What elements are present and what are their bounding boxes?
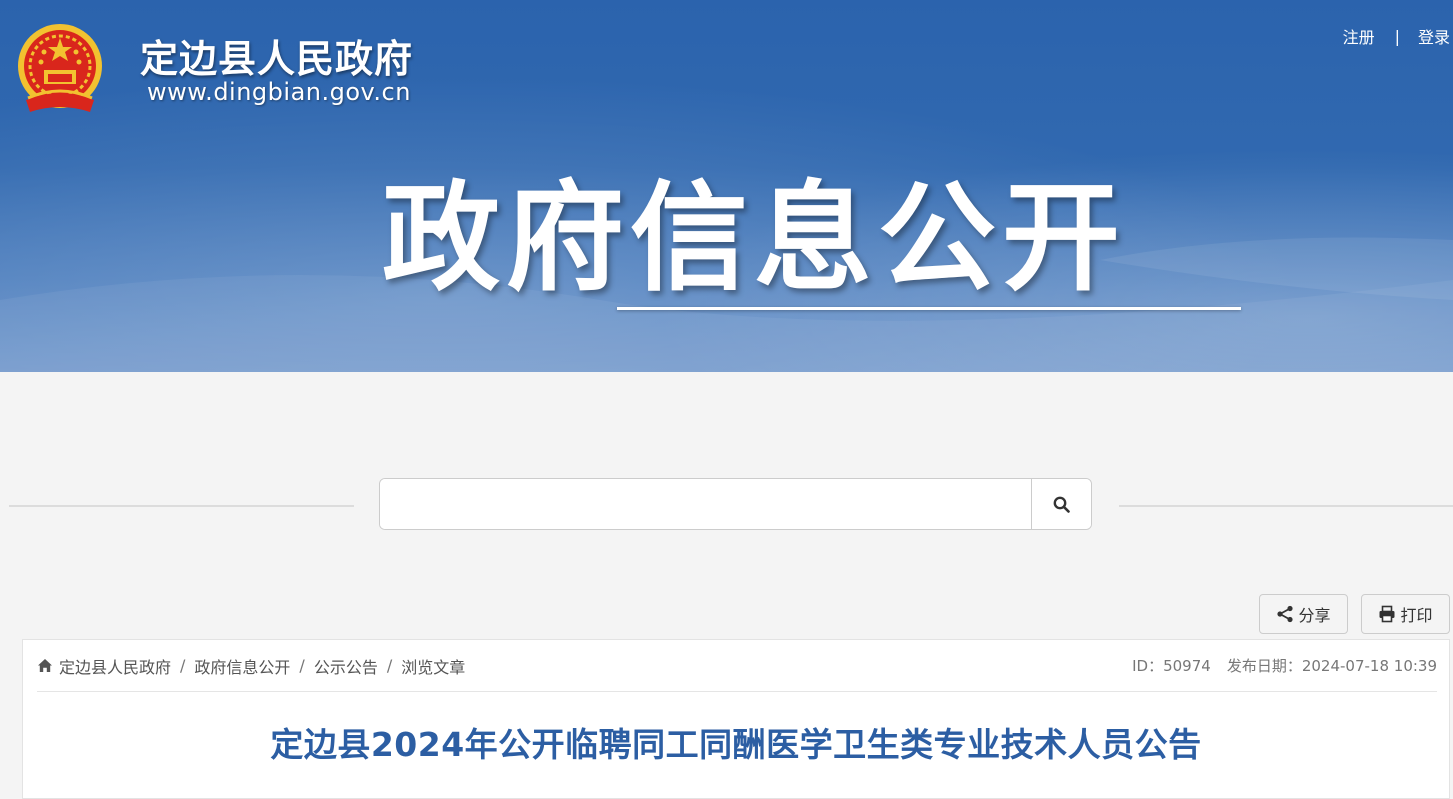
national-emblem-icon: [14, 20, 106, 116]
search-box: [379, 478, 1092, 530]
site-url: www.dingbian.gov.cn: [147, 78, 411, 106]
article-meta: ID：50974 发布日期：2024-07-18 10:39: [1132, 655, 1437, 676]
link-separator: |: [1394, 26, 1400, 46]
breadcrumb-item-announcements[interactable]: 公示公告: [314, 654, 378, 678]
share-button[interactable]: 分享: [1259, 594, 1348, 634]
search-area: [0, 372, 1453, 592]
banner-title: 政府信息公开: [382, 169, 1127, 307]
divider-left: [9, 505, 354, 507]
article-panel: 定边县人民政府 / 政府信息公开 / 公示公告 / 浏览文章 ID：50974 …: [22, 639, 1450, 799]
breadcrumb-item-home[interactable]: 定边县人民政府: [59, 654, 171, 678]
print-icon: [1379, 605, 1395, 623]
breadcrumb-item-info-disclosure[interactable]: 政府信息公开: [194, 654, 290, 678]
user-links: 注册 | 登录: [1343, 24, 1450, 48]
divider-right: [1119, 505, 1453, 507]
article-title: 定边县2024年公开临聘同工同酬医学卫生类专业技术人员公告: [270, 725, 1202, 764]
header-banner: 定边县人民政府 www.dingbian.gov.cn 注册 | 登录 政府信息…: [0, 0, 1453, 372]
breadcrumb-separator: /: [299, 656, 305, 675]
breadcrumb-row: 定边县人民政府 / 政府信息公开 / 公示公告 / 浏览文章 ID：50974 …: [37, 640, 1437, 692]
breadcrumb-item-current: 浏览文章: [401, 657, 466, 677]
site-name: 定边县人民政府: [140, 37, 414, 81]
share-label: 分享: [1298, 606, 1331, 625]
print-label: 打印: [1400, 606, 1433, 625]
article-id: ID：50974: [1132, 657, 1211, 675]
banner-title-underline: [617, 307, 1241, 310]
login-link[interactable]: 登录: [1418, 24, 1450, 48]
breadcrumb-separator: /: [180, 656, 186, 675]
print-button[interactable]: 打印: [1361, 594, 1450, 634]
breadcrumb-separator: /: [386, 656, 393, 675]
home-icon: [38, 659, 52, 672]
search-input[interactable]: [380, 479, 1031, 529]
share-icon: [1277, 605, 1294, 623]
search-icon: [1053, 496, 1070, 513]
breadcrumb: 定边县人民政府 / 政府信息公开 / 公示公告 / 浏览文章: [37, 654, 465, 678]
register-link[interactable]: 注册: [1343, 24, 1375, 48]
publish-date: 发布日期：2024-07-18 10:39: [1226, 657, 1437, 675]
search-button[interactable]: [1031, 479, 1091, 529]
